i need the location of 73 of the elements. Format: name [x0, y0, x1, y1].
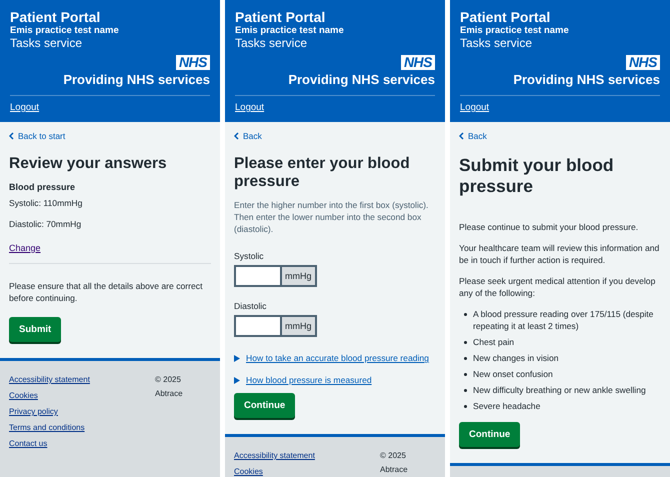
- body-text: Please ensure that all the details above are correct before continuing.: [9, 280, 204, 304]
- footer-link[interactable]: Cookies: [234, 467, 263, 477]
- list-item: Chest pain: [473, 336, 514, 348]
- footer-link[interactable]: Contact us: [9, 439, 48, 449]
- header-tagline: Providing NHS services: [513, 72, 660, 87]
- chevron-left-icon: [459, 132, 464, 140]
- back-link[interactable]: Back: [459, 131, 487, 141]
- copyright-text: © 2025: [155, 375, 182, 385]
- back-link-text[interactable]: Back to start: [18, 131, 66, 141]
- back-link[interactable]: Back: [234, 131, 262, 141]
- list-item: New onset confusion: [473, 368, 553, 380]
- service-name: Tasks service: [235, 36, 308, 50]
- bullet-icon: [464, 373, 467, 376]
- body-text: Please continue to submit your blood pressure.: [459, 221, 640, 233]
- logout-link[interactable]: Logout: [10, 102, 40, 113]
- portal-title: Patient Portal: [10, 9, 102, 25]
- list-item: New changes in vision: [473, 352, 559, 364]
- practice-name: Emis practice test name: [10, 25, 120, 36]
- page-heading: Review your answers: [9, 155, 168, 173]
- copyright-text: Abtrace: [155, 389, 184, 399]
- header-tagline: Providing NHS services: [63, 72, 210, 87]
- unit-suffix: mmHg: [280, 315, 316, 337]
- back-link-text[interactable]: Back: [468, 131, 487, 141]
- page-heading: Please enter your blood pressure: [234, 155, 411, 191]
- back-link-text[interactable]: Back: [243, 131, 262, 141]
- section-label: Blood pressure: [9, 181, 76, 193]
- bullet-icon: [464, 389, 467, 392]
- body-text: Diastolic: 70mmHg: [9, 218, 82, 230]
- logout-link[interactable]: Logout: [235, 102, 264, 113]
- field-label: Systolic: [234, 251, 265, 261]
- nhs-logo: NHS: [176, 55, 210, 70]
- bullet-icon: [464, 357, 467, 360]
- logout-link[interactable]: Logout: [460, 102, 490, 113]
- bullet-icon: [464, 341, 467, 344]
- back-link[interactable]: Back to start: [9, 131, 66, 141]
- unit-suffix: mmHg: [280, 265, 316, 287]
- list-item: Severe headache: [473, 400, 540, 412]
- footer-link[interactable]: Cookies: [9, 391, 38, 401]
- hint-text: Enter the higher number into the first box (systolic). Then enter the lower number into the second box (diastolic).: [234, 199, 430, 235]
- portal-title: Patient Portal: [460, 9, 552, 25]
- nhs-logo: NHS: [400, 55, 435, 70]
- list-item: A blood pressure reading over 175/115 (despite repeating it at least 2 times): [473, 308, 654, 332]
- footer-link[interactable]: Accessibility statement: [234, 451, 315, 461]
- body-text: Your healthcare team will review this information and be in touch if further action is required.: [459, 242, 660, 266]
- bullet-icon: [464, 405, 467, 408]
- nhs-logo: NHS: [626, 55, 660, 70]
- copyright-text: Abtrace: [380, 465, 409, 475]
- bullet-icon: [464, 313, 467, 316]
- chevron-left-icon: [234, 132, 239, 140]
- footer-link[interactable]: Privacy policy: [9, 407, 58, 417]
- portal-title: Patient Portal: [235, 9, 326, 25]
- header-tagline: Providing NHS services: [288, 72, 435, 87]
- footer-link[interactable]: Accessibility statement: [9, 375, 90, 385]
- primary-button[interactable]: Continue: [459, 422, 520, 447]
- field-label: Diastolic: [234, 301, 268, 311]
- practice-name: Emis practice test name: [235, 25, 345, 36]
- input-field[interactable]: [234, 315, 280, 337]
- chevron-left-icon: [9, 132, 14, 140]
- triangle-right-icon: [234, 354, 240, 362]
- body-text: Please seek urgent medical attention if you develop any of the following:: [459, 275, 656, 299]
- footer-link[interactable]: Terms and conditions: [9, 423, 85, 433]
- input-field[interactable]: [234, 265, 280, 287]
- primary-button[interactable]: Continue: [234, 393, 296, 418]
- change-link[interactable]: Change: [9, 243, 41, 253]
- triangle-right-icon: [234, 376, 240, 384]
- page-heading: Submit your blood pressure: [459, 155, 615, 197]
- copyright-text: © 2025: [380, 451, 407, 461]
- service-name: Tasks service: [460, 36, 534, 50]
- body-text: Systolic: 110mmHg: [9, 197, 84, 209]
- practice-name: Emis practice test name: [460, 25, 570, 36]
- list-item: New difficulty breathing or new ankle swelling: [473, 384, 646, 396]
- primary-button[interactable]: Submit: [9, 317, 62, 342]
- service-name: Tasks service: [10, 36, 84, 50]
